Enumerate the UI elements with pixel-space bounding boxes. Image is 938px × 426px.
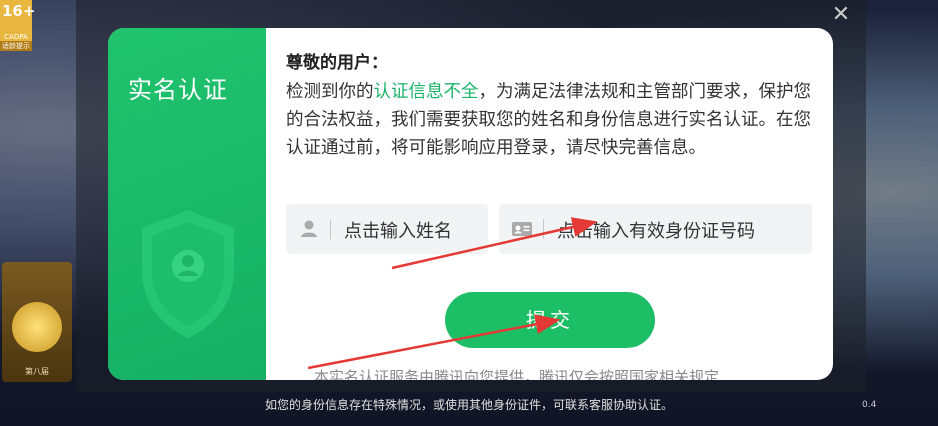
name-input[interactable]: 点击输入姓名 [286,204,488,254]
close-icon[interactable]: ✕ [830,4,852,26]
bottom-note: 如您的身份信息存在特殊情况，或使用其他身份证件，可联系客服协助认证。 [264,398,673,412]
auth-message: 检测到你的认证信息不全，为满足法律法规和主管部门要求，保护您的合法权益，我们需要… [286,78,816,162]
id-card-icon [512,222,532,236]
achievement-badge: 第八届 [2,262,72,382]
message-highlight: 认证信息不全 [373,82,479,102]
user-icon [301,220,317,237]
id-number-input[interactable]: 点击输入有效身份证号码 [499,204,812,254]
age-rating-number: 16+ [2,2,36,20]
service-footer-text: 本实名认证服务由腾讯向您提供，腾讯仅会按照国家相关规定 [314,368,720,380]
badge-label: 第八届 [25,367,49,376]
submit-button[interactable]: 提交 [445,292,655,348]
field-divider [330,219,331,239]
name-placeholder: 点击输入姓名 [344,221,452,242]
age-rating-org: CADPA [4,33,28,41]
greeting: 尊敬的用户： [286,53,388,73]
age-rating-tip: 适龄提示 [0,41,32,51]
age-rating-badge: 16+ CADPA 适龄提示 [0,0,36,51]
medal-icon [12,302,62,352]
dialog-content: 尊敬的用户： 检测到你的认证信息不全，为满足法律法规和主管部门要求，保护您的合法… [266,28,833,380]
field-divider [543,219,544,239]
id-number-placeholder: 点击输入有效身份证号码 [557,221,755,242]
dialog-side-panel: 实名认证 [108,28,266,380]
message-before: 检测到你的 [286,82,374,102]
shield-user-icon [142,210,234,338]
side-title: 实名认证 [128,76,228,104]
realname-dialog: 实名认证 尊敬的用户： 检测到你的认证信息不全，为满足法律法规和主管部门要求，保… [108,28,833,380]
